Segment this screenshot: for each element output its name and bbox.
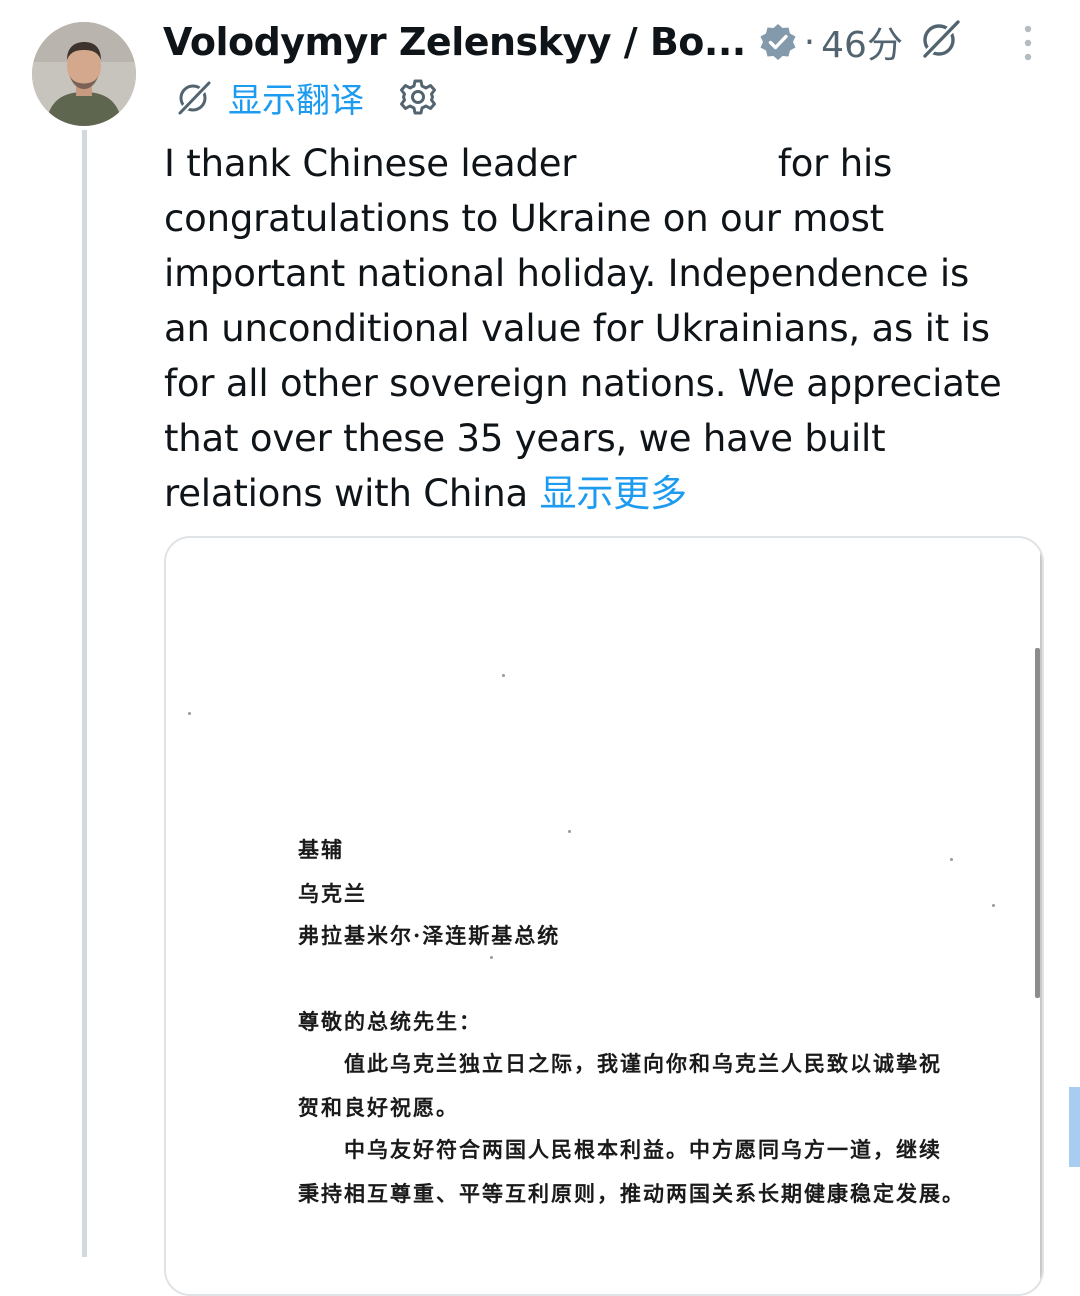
letter-line: 尊敬的总统先生：	[298, 1009, 482, 1034]
show-translation-link[interactable]: 显示翻译	[228, 73, 364, 122]
scan-speck	[490, 956, 493, 959]
tweet-line: important national holiday. Independence…	[164, 252, 970, 295]
tweet-line: that over these 35 years, we have built	[164, 417, 886, 460]
letter-line: 乌克兰	[298, 881, 367, 906]
document-edge	[1040, 538, 1042, 1294]
scan-speck	[992, 904, 995, 907]
tweet-text: I thank Chinese leader for his congratul…	[164, 136, 1064, 521]
meta-separator: ·	[803, 21, 816, 63]
tweet-header: Volodymyr Zelenskyy / Bo... · 46分	[163, 14, 903, 70]
post-time[interactable]: 46分	[821, 16, 903, 68]
tweet-line: an unconditional value for Ukrainians, a…	[164, 307, 990, 350]
show-more-link[interactable]: 显示更多	[540, 472, 687, 515]
letter-line: 值此乌克兰独立日之际，我谨向你和乌克兰人民致以诚挚祝	[344, 1051, 942, 1076]
letter-line: 弗拉基米尔·泽连斯基总统	[298, 923, 561, 948]
tweet-line: I thank Chinese leader for his	[164, 142, 893, 185]
letter-line: 秉持相互尊重、平等互利原则，推动两国关系长期健康稳定发展。	[298, 1181, 965, 1206]
more-vertical-icon[interactable]	[1008, 24, 1048, 64]
redacted-block	[587, 147, 778, 184]
avatar[interactable]	[32, 22, 136, 126]
verified-badge-icon[interactable]	[758, 22, 798, 62]
page-edge-indicator	[1069, 1087, 1080, 1167]
translate-icon	[178, 81, 211, 115]
grok-icon[interactable]	[917, 16, 963, 62]
scan-speck	[950, 858, 953, 861]
tweet-line: for all other sovereign nations. We appr…	[164, 362, 1002, 405]
scan-speck	[502, 674, 505, 677]
media-image[interactable]: 基辅 乌克兰 弗拉基米尔·泽连斯基总统 尊敬的总统先生： 值此乌克兰独立日之际，…	[164, 536, 1044, 1296]
translate-row: 显示翻译	[174, 73, 438, 122]
gear-icon[interactable]	[398, 77, 438, 117]
letter-line: 基辅	[298, 837, 344, 862]
thread-line	[82, 130, 87, 1257]
scan-speck	[188, 712, 191, 715]
tweet-line: congratulations to Ukraine on our most	[164, 197, 884, 240]
author-name[interactable]: Volodymyr Zelenskyy / Bo...	[163, 20, 746, 64]
scan-speck	[568, 830, 571, 833]
tweet-line: relations with China 显示更多	[164, 472, 687, 515]
letter-line: 中乌友好符合两国人民根本利益。中方愿同乌方一道，继续	[344, 1137, 942, 1162]
avatar-photo	[32, 22, 136, 126]
letter-line: 贺和良好祝愿。	[298, 1095, 459, 1120]
document-scrollbar	[1035, 648, 1040, 998]
